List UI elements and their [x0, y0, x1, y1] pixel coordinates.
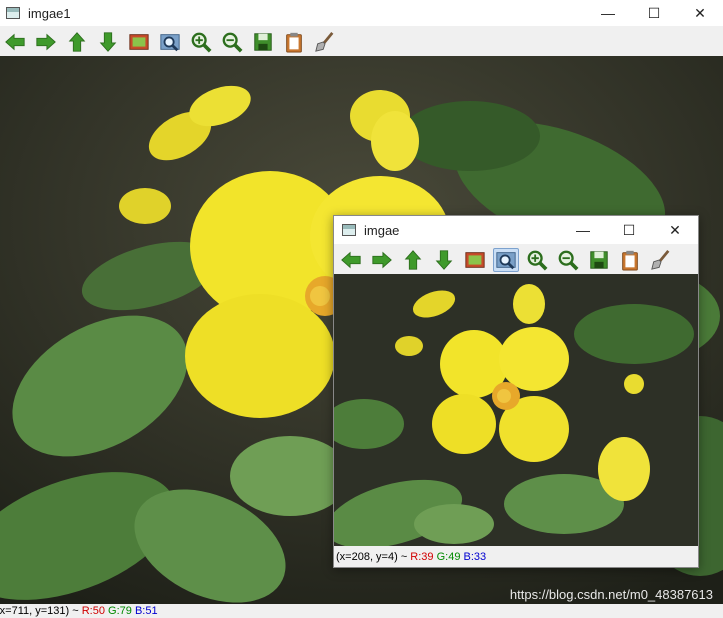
main-toolbar	[0, 28, 723, 56]
arrow-up-icon[interactable]	[400, 248, 426, 272]
sub-status-g: G:49	[436, 551, 461, 563]
zoom-in-icon[interactable]	[188, 30, 214, 54]
arrow-down-icon[interactable]	[431, 248, 457, 272]
close-button[interactable]: ✕	[652, 216, 698, 244]
minimize-button[interactable]: —	[585, 0, 631, 26]
arrow-up-icon[interactable]	[64, 30, 90, 54]
main-status-b: B:51	[134, 605, 158, 617]
arrow-down-icon[interactable]	[95, 30, 121, 54]
watermark: https://blog.csdn.net/m0_48387613	[509, 587, 713, 602]
app-icon	[342, 224, 356, 236]
main-window-title: imgae1	[28, 5, 71, 21]
arrow-left-icon[interactable]	[338, 248, 364, 272]
sub-status-r: R:39	[410, 551, 434, 563]
brush-icon[interactable]	[648, 248, 674, 272]
arrow-right-icon[interactable]	[369, 248, 395, 272]
sub-image-view[interactable]	[334, 274, 698, 546]
sub-titlebar[interactable]: imgae — ☐ ✕	[334, 216, 698, 244]
zoom-out-icon[interactable]	[555, 248, 581, 272]
sub-window-title: imgae	[364, 222, 400, 238]
sub-toolbar	[334, 246, 698, 274]
close-button[interactable]: ✕	[677, 0, 723, 26]
main-status-coords: (x=711, y=131) ~	[0, 605, 82, 617]
arrow-right-icon[interactable]	[33, 30, 59, 54]
brush-icon[interactable]	[312, 30, 338, 54]
zoom-out-icon[interactable]	[219, 30, 245, 54]
sub-window: imgae — ☐ ✕ (x=208, y=4) ~ R:39 G:49 B:3…	[333, 215, 699, 568]
zoom-rect-icon[interactable]	[157, 30, 183, 54]
main-status-r: R:50	[81, 605, 105, 617]
sub-statusbar: (x=208, y=4) ~ R:39 G:49 B:33	[336, 548, 698, 566]
clipboard-icon[interactable]	[617, 248, 643, 272]
sub-status-b: B:33	[463, 551, 487, 563]
maximize-button[interactable]: ☐	[606, 216, 652, 244]
zoom-in-icon[interactable]	[524, 248, 550, 272]
fit-image-icon[interactable]	[462, 248, 488, 272]
maximize-button[interactable]: ☐	[631, 0, 677, 26]
clipboard-icon[interactable]	[281, 30, 307, 54]
sub-status-coords: (x=208, y=4) ~	[336, 551, 411, 563]
save-icon[interactable]	[250, 30, 276, 54]
flower-photo	[334, 274, 698, 546]
save-icon[interactable]	[586, 248, 612, 272]
main-titlebar[interactable]: imgae1 — ☐ ✕	[0, 0, 723, 26]
main-status-g: G:79	[108, 605, 132, 617]
app-icon	[6, 7, 20, 19]
minimize-button[interactable]: —	[560, 216, 606, 244]
arrow-left-icon[interactable]	[2, 30, 28, 54]
zoom-rect-icon[interactable]	[493, 248, 519, 272]
fit-image-icon[interactable]	[126, 30, 152, 54]
